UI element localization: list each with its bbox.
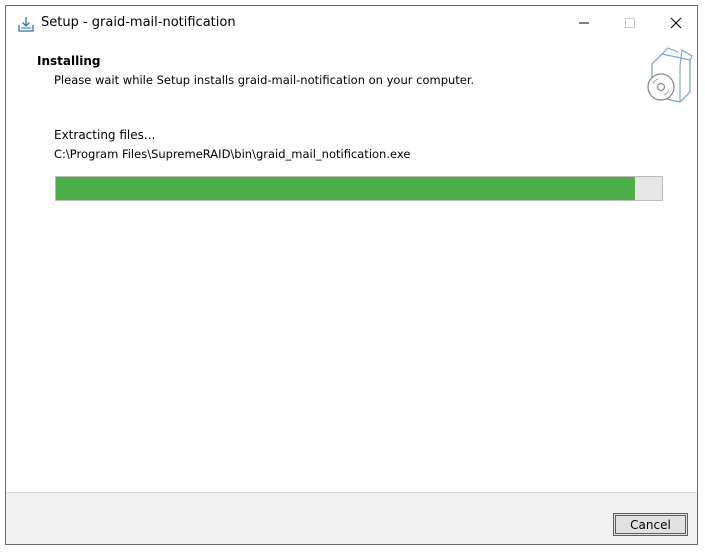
maximize-icon [625, 18, 635, 28]
status-text: Extracting files... [54, 128, 156, 142]
window-title: Setup - graid-mail-notification [41, 15, 236, 30]
progress-fill [56, 177, 635, 200]
install-progress-bar [55, 176, 663, 201]
minimize-icon [579, 22, 589, 24]
wizard-header: Installing Please wait while Setup insta… [6, 40, 697, 110]
cancel-button[interactable]: Cancel [613, 513, 688, 536]
wizard-footer: Cancel [6, 492, 697, 544]
minimize-button[interactable] [561, 6, 607, 40]
close-button[interactable] [653, 6, 699, 40]
page-subtitle: Please wait while Setup installs graid-m… [54, 73, 475, 87]
close-icon [670, 17, 682, 29]
setup-window: Setup - graid-mail-notification Installi… [5, 5, 698, 545]
setup-download-icon [18, 17, 34, 32]
cancel-button-label: Cancel [630, 517, 671, 532]
current-file-path: C:\Program Files\SupremeRAID\bin\graid_m… [54, 147, 411, 161]
software-box-cd-icon [647, 47, 693, 103]
title-bar[interactable]: Setup - graid-mail-notification [6, 6, 697, 40]
page-title: Installing [37, 54, 101, 68]
maximize-button [607, 6, 653, 40]
